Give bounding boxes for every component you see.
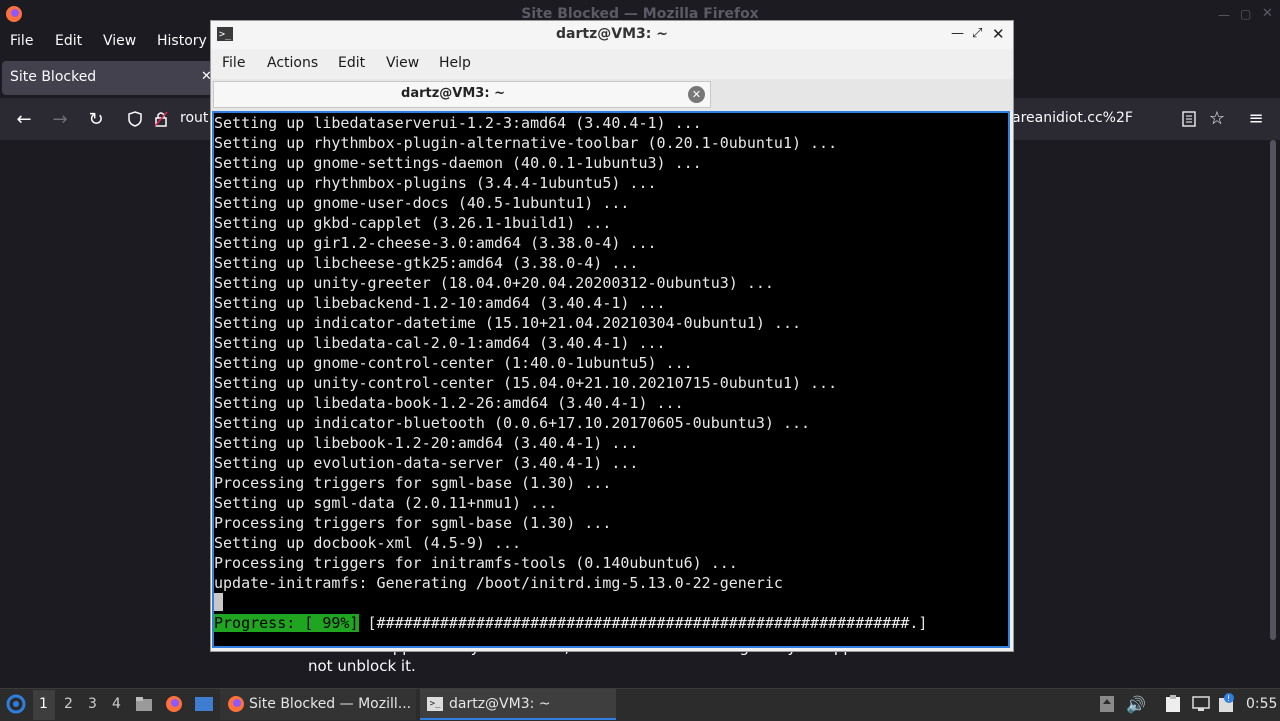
firefox-maximize-icon[interactable]: ▢ bbox=[1240, 7, 1251, 21]
term-menu-help[interactable]: Help bbox=[439, 55, 471, 71]
back-icon[interactable]: ← bbox=[14, 109, 34, 130]
hamburger-menu-icon[interactable]: ≡ bbox=[1246, 108, 1266, 129]
ff-menu-file[interactable]: File bbox=[10, 33, 33, 49]
terminal-line: Setting up libedataserverui-1.2-3:amd64 … bbox=[214, 114, 702, 132]
forward-icon[interactable]: → bbox=[50, 109, 70, 130]
ff-menu-history[interactable]: History bbox=[157, 33, 207, 49]
task-firefox[interactable]: Site Blocked — Mozill... bbox=[249, 696, 411, 712]
terminal-line: Setting up indicator-bluetooth (0.0.6+17… bbox=[214, 414, 811, 432]
terminal-line: Setting up unity-control-center (15.04.0… bbox=[214, 374, 838, 392]
bookmark-star-icon[interactable]: ☆ bbox=[1207, 108, 1227, 129]
updates-icon[interactable] bbox=[1098, 694, 1116, 714]
desktop-icon[interactable] bbox=[193, 694, 215, 714]
terminal-line: Setting up rhythmbox-plugins (3.4.4-1ubu… bbox=[214, 174, 657, 192]
workspace-4[interactable]: 4 bbox=[112, 696, 121, 712]
clipboard-icon[interactable] bbox=[1163, 694, 1183, 714]
reload-icon[interactable]: ↻ bbox=[86, 109, 106, 130]
firefox-scrollbar[interactable] bbox=[1270, 140, 1276, 640]
terminal-line: Setting up libebackend-1.2-10:amd64 (3.4… bbox=[214, 294, 666, 312]
task-terminal[interactable]: dartz@VM3: ~ bbox=[449, 696, 551, 712]
terminal-line: Setting up indicator-datetime (15.10+21.… bbox=[214, 314, 801, 332]
workspace-2[interactable]: 2 bbox=[64, 696, 73, 712]
terminal-line: Setting up libebook-1.2-20:amd64 (3.40.4… bbox=[214, 434, 639, 452]
terminal-minimize-icon[interactable]: — bbox=[951, 26, 964, 41]
progress-bar: [#######################################… bbox=[358, 614, 928, 632]
terminal-line: Setting up sgml-data (2.0.11+nmu1) ... bbox=[214, 494, 558, 512]
firefox-minimize-icon[interactable]: — bbox=[1218, 8, 1230, 22]
terminal-line: Setting up gkbd-capplet (3.26.1-1build1)… bbox=[214, 214, 612, 232]
terminal-line: Setting up docbook-xml (4.5-9) ... bbox=[214, 534, 522, 552]
firefox-tab-title: Site Blocked bbox=[10, 69, 97, 85]
firefox-close-icon[interactable]: ✕ bbox=[1262, 6, 1273, 21]
volume-icon[interactable]: 🔊 bbox=[1126, 694, 1146, 714]
workspace-1[interactable]: 1 bbox=[39, 696, 48, 712]
terminal-line: Setting up unity-greeter (18.04.0+20.04.… bbox=[214, 274, 774, 292]
terminal-line: Setting up libedata-cal-2.0-1:amd64 (3.4… bbox=[214, 334, 666, 352]
terminal-line: Setting up gnome-user-docs (40.5-1ubuntu… bbox=[214, 194, 630, 212]
task-firefox-icon bbox=[226, 694, 246, 714]
term-menu-file[interactable]: File bbox=[222, 55, 245, 71]
progress-label: Progress: [ 99%] bbox=[214, 614, 359, 632]
start-menu-icon[interactable] bbox=[5, 694, 27, 714]
url-text-right[interactable]: areanidiot.cc%2F bbox=[1012, 110, 1133, 126]
tracking-shield-icon[interactable] bbox=[125, 110, 145, 128]
term-menu-actions[interactable]: Actions bbox=[267, 55, 318, 71]
terminal-line: Setting up libedata-book-1.2-26:amd64 (3… bbox=[214, 394, 684, 412]
network-icon[interactable] bbox=[1191, 694, 1211, 714]
terminal-close-icon[interactable]: ✕ bbox=[992, 25, 1005, 43]
terminal-window-title: dartz@VM3: ~ bbox=[556, 26, 668, 42]
url-text-left[interactable]: rout bbox=[180, 110, 208, 126]
terminal-menubar bbox=[211, 49, 1013, 79]
ff-menu-edit[interactable]: Edit bbox=[55, 33, 82, 49]
notification-icon[interactable]: ! bbox=[1217, 692, 1235, 714]
terminal-line: Processing triggers for initramfs-tools … bbox=[214, 554, 738, 572]
reader-view-icon[interactable] bbox=[1180, 110, 1198, 128]
workspace-3[interactable]: 3 bbox=[88, 696, 97, 712]
clock: 0:55 bbox=[1246, 696, 1278, 712]
term-menu-view[interactable]: View bbox=[386, 55, 419, 71]
term-menu-edit[interactable]: Edit bbox=[338, 55, 365, 71]
terminal-line: Processing triggers for sgml-base (1.30)… bbox=[214, 474, 612, 492]
page-text-line-2: not unblock it. bbox=[308, 657, 416, 675]
ff-menu-view[interactable]: View bbox=[103, 33, 136, 49]
terminal-line: Setting up gnome-control-center (1:40.0-… bbox=[214, 354, 693, 372]
terminal-line: Setting up gir1.2-cheese-3.0:amd64 (3.38… bbox=[214, 234, 657, 252]
taskbar bbox=[0, 688, 1280, 721]
progress-line: Progress: [ 99%] [######################… bbox=[214, 613, 927, 633]
terminal-cursor bbox=[214, 593, 223, 611]
firefox-launcher-icon[interactable] bbox=[164, 694, 184, 714]
terminal-tab-close-icon[interactable]: ✕ bbox=[688, 86, 705, 103]
task-terminal-icon: >_ bbox=[427, 697, 443, 711]
svg-text:!: ! bbox=[1227, 694, 1230, 703]
terminal-line: Setting up evolution-data-server (3.40.4… bbox=[214, 454, 639, 472]
terminal-tab-label: dartz@VM3: ~ bbox=[401, 86, 505, 101]
terminal-line: Setting up rhythmbox-plugin-alternative-… bbox=[214, 134, 838, 152]
lock-warning-icon[interactable] bbox=[153, 110, 169, 128]
terminal-line: update-initramfs: Generating /boot/initr… bbox=[214, 574, 783, 592]
terminal-line: Processing triggers for sgml-base (1.30)… bbox=[214, 514, 612, 532]
terminal-line: Setting up libcheese-gtk25:amd64 (3.38.0… bbox=[214, 254, 639, 272]
terminal-line: Setting up gnome-settings-daemon (40.0.1… bbox=[214, 154, 702, 172]
terminal-maximize-icon[interactable]: ⤢ bbox=[972, 26, 982, 41]
file-manager-icon[interactable] bbox=[134, 694, 154, 714]
